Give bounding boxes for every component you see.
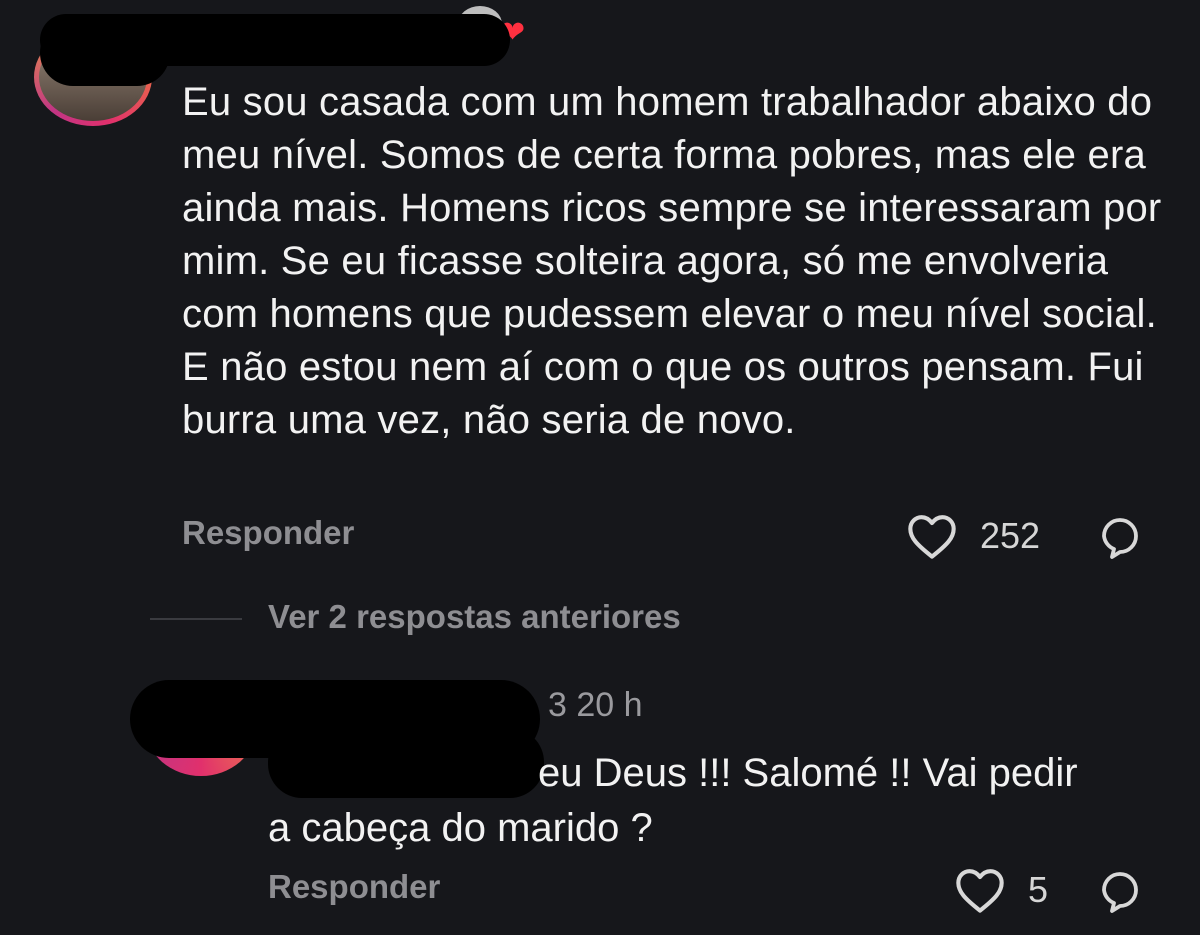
reply-reply-button[interactable]: Responder (268, 868, 440, 906)
reply-button[interactable]: Responder (182, 514, 354, 552)
comment-text: Eu sou casada com um homem trabalhador a… (182, 80, 1162, 442)
replies-divider (150, 618, 242, 620)
view-previous-replies[interactable]: Ver 2 respostas anteriores (268, 598, 681, 636)
reply-share-bubble-icon[interactable] (1096, 866, 1144, 919)
heart-outline-icon[interactable] (906, 512, 958, 565)
reply-heart-outline-icon[interactable] (954, 866, 1006, 919)
reply-text-line-2: a cabeça do marido ? (268, 806, 653, 850)
reply-text-block: eu Deus !!! Salomé !! Vai pedir a cabeça… (268, 746, 1168, 856)
share-bubble-icon[interactable] (1096, 512, 1144, 565)
reply-like-count: 5 (1028, 869, 1049, 910)
like-count: 252 (980, 515, 1041, 556)
reply-text-line-1: eu Deus !!! Salomé !! Vai pedir (538, 751, 1078, 795)
reply-timestamp: 3 20 h (548, 686, 643, 724)
avatar-redaction (40, 20, 170, 86)
